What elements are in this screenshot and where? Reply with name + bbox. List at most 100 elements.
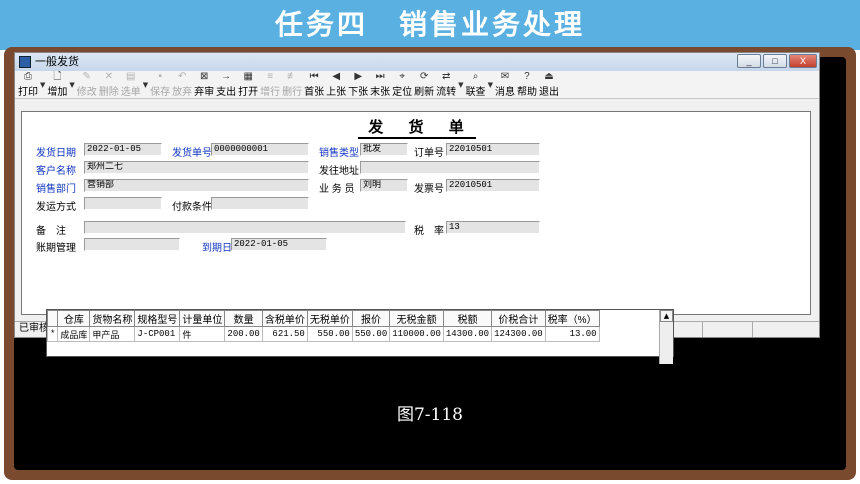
- grid-header-6[interactable]: 无税单价: [306, 310, 353, 327]
- grid-cell[interactable]: 550.00: [306, 326, 353, 342]
- toolbar-button-12[interactable]: ⏮ 首张: [303, 71, 325, 98]
- toolbar-button-18[interactable]: ⇄ 流转: [435, 71, 457, 98]
- app-window: 一般发货 _ □ X ⎙ 打印 ▼ 🗋 增加 ▼ ✎ 修改 ✕ 删除 ▤ 选单 ▼ ▪ 保存 ↶ 放弃 ⊠ 弃审 → 支…: [14, 52, 820, 338]
- toolbar-button-label: 打印: [18, 87, 38, 98]
- toolbar-button-15[interactable]: ⏭ 末张: [369, 71, 391, 98]
- dropdown-arrow-icon[interactable]: ▼: [457, 71, 464, 98]
- ship-method-field[interactable]: [84, 197, 162, 210]
- ar-mgmt-field[interactable]: [84, 238, 180, 251]
- table-row[interactable]: * 成品库 甲产品 J-CP001 件 200.00 621.50 550.00 550.00 1…: [46, 326, 600, 342]
- toolbar-button-label: 打开: [238, 87, 259, 98]
- toolbar-button-10[interactable]: ≡ 增行: [259, 71, 281, 98]
- grid-cell[interactable]: 550.00: [351, 326, 391, 342]
- window-title: 一般发货: [35, 56, 79, 68]
- grid-cell[interactable]: J-CP001: [134, 326, 181, 342]
- toolbar-button-label: 选单: [120, 87, 141, 98]
- toolbar-button-2[interactable]: ✎ 修改: [76, 71, 98, 98]
- ship-addr-field[interactable]: [360, 161, 540, 174]
- toolbar-button-7[interactable]: ⊠ 弃审: [193, 71, 215, 98]
- ship-date-field[interactable]: 2022-01-05: [84, 143, 162, 156]
- toolbar-button-21[interactable]: ? 帮助: [516, 71, 538, 98]
- grid-cell[interactable]: 621.50: [261, 326, 308, 342]
- toolbar-button-9[interactable]: ▦ 打开: [237, 71, 259, 98]
- grid-cell[interactable]: 甲产品: [89, 326, 136, 342]
- toolbar-button-3[interactable]: ✕ 删除: [98, 71, 120, 98]
- toolbar-button-13[interactable]: ◀ 上张: [325, 71, 347, 98]
- order-no-field[interactable]: 22010501: [446, 143, 540, 156]
- grid-cell[interactable]: 200.00: [224, 326, 263, 342]
- grid-cell[interactable]: 13.00: [544, 326, 600, 342]
- dept-label: 销售部门: [36, 184, 76, 195]
- grid-scrollbar[interactable]: ▲: [659, 310, 673, 364]
- slide-header: 任务四 销售业务处理: [0, 0, 860, 50]
- grid-header-1[interactable]: 货物名称: [89, 310, 136, 327]
- remark-field[interactable]: [84, 221, 406, 234]
- grid-cell[interactable]: 14300.00: [442, 326, 493, 342]
- grid-header-0[interactable]: 仓库: [57, 310, 91, 327]
- toolbar-button-label: 增行: [260, 87, 281, 98]
- grid-header-8[interactable]: 无税金额: [389, 310, 444, 327]
- printer-icon: ⎙: [24, 71, 32, 82]
- minimize-button[interactable]: _: [737, 54, 761, 68]
- dropdown-arrow-icon[interactable]: ▼: [39, 71, 46, 98]
- toolbar-button-16[interactable]: ⌖ 定位: [391, 71, 413, 98]
- dropdown-arrow-icon[interactable]: ▼: [68, 71, 75, 98]
- grid-cell[interactable]: 成品库: [57, 326, 91, 342]
- detail-grid: 仓库 货物名称 规格型号 计量单位 数量 含税单价 无税单价 报价 无税金额 税额 价税合计 税率（%…: [46, 309, 674, 364]
- app-icon: [19, 56, 31, 68]
- dept-field[interactable]: 营销部: [84, 179, 309, 192]
- grid-header-4[interactable]: 数量: [224, 310, 263, 327]
- add-doc-icon: 🗋: [53, 71, 62, 82]
- grid-header-11[interactable]: 税率（%）: [544, 310, 600, 327]
- salesman-field[interactable]: 刘明: [360, 179, 408, 192]
- toolbar-button-20[interactable]: ✉ 消息: [494, 71, 516, 98]
- toolbar-button-17[interactable]: ⟳ 刷新: [413, 71, 435, 98]
- exit-icon: ⏏: [544, 71, 554, 82]
- toolbar-button-label: 流转: [436, 87, 457, 98]
- due-date-field[interactable]: 2022-01-05: [231, 238, 327, 251]
- prev-icon: ◀: [332, 71, 341, 82]
- grid-cell[interactable]: 件: [179, 326, 226, 342]
- toolbar-button-19[interactable]: ⌕ 联查: [465, 71, 487, 98]
- toolbar-button-4[interactable]: ▤ 选单: [120, 71, 142, 98]
- grid-header-7[interactable]: 报价: [351, 310, 391, 327]
- grid-header-2[interactable]: 规格型号: [134, 310, 181, 327]
- ship-no-field[interactable]: 0000000001: [211, 143, 309, 156]
- grid-header-5[interactable]: 含税单价: [261, 310, 308, 327]
- toolbar-button-0[interactable]: ⎙ 打印: [17, 71, 39, 98]
- grid-cell[interactable]: 110000.00: [389, 326, 444, 342]
- window-titlebar[interactable]: 一般发货 _ □ X: [15, 53, 819, 71]
- add-row-icon: ≡: [267, 71, 274, 82]
- dropdown-arrow-icon[interactable]: ▼: [142, 71, 149, 98]
- grid-header-10[interactable]: 价税合计: [491, 310, 546, 327]
- toolbar: ⎙ 打印 ▼ 🗋 增加 ▼ ✎ 修改 ✕ 删除 ▤ 选单 ▼ ▪ 保存 ↶ 放弃 ⊠ 弃审 → 支出 ▦ 打开 ≡ 增行 ≢ 删行 ⏮…: [15, 71, 819, 99]
- toolbar-button-label: 下张: [348, 87, 369, 98]
- pay-terms-field[interactable]: [211, 197, 309, 210]
- maximize-button[interactable]: □: [763, 54, 787, 68]
- tax-rate-field[interactable]: 13: [446, 221, 540, 234]
- toolbar-button-11[interactable]: ≢ 删行: [281, 71, 303, 98]
- toolbar-button-14[interactable]: ▶ 下张: [347, 71, 369, 98]
- grid-header-3[interactable]: 计量单位: [179, 310, 226, 327]
- toolbar-button-6[interactable]: ↶ 放弃: [171, 71, 193, 98]
- scroll-up-icon[interactable]: ▲: [660, 310, 673, 322]
- invoice-no-label: 发票号: [414, 184, 444, 195]
- ship-addr-label: 发往地址: [319, 166, 359, 177]
- toolbar-button-8[interactable]: → 支出: [215, 71, 237, 98]
- customer-field[interactable]: 郑州二七: [84, 161, 309, 174]
- toolbar-button-label: 修改: [76, 87, 97, 98]
- toolbar-button-5[interactable]: ▪ 保存: [149, 71, 171, 98]
- grid-header-9[interactable]: 税额: [442, 310, 493, 327]
- sales-type-field[interactable]: 批发: [360, 143, 408, 156]
- dropdown-arrow-icon[interactable]: ▼: [487, 71, 494, 98]
- form-title: 发 货 单: [22, 116, 812, 139]
- toolbar-button-label: 帮助: [516, 87, 537, 98]
- refresh-icon: ⟳: [419, 71, 429, 82]
- grid-cell[interactable]: *: [46, 326, 59, 342]
- message-icon: ✉: [500, 71, 510, 82]
- grid-cell[interactable]: 124300.00: [491, 326, 546, 342]
- close-button[interactable]: X: [789, 54, 817, 68]
- toolbar-button-1[interactable]: 🗋 增加: [46, 71, 68, 98]
- toolbar-button-22[interactable]: ⏏ 退出: [538, 71, 560, 98]
- invoice-no-field[interactable]: 22010501: [446, 179, 540, 192]
